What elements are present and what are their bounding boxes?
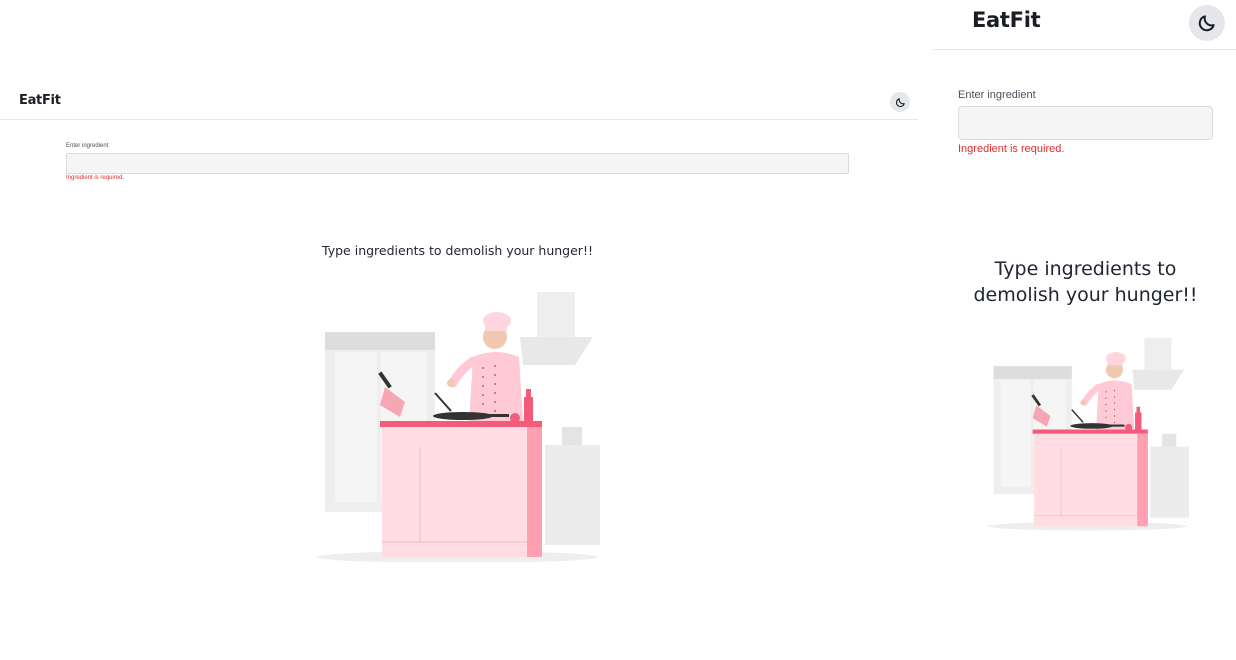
ingredient-error: Ingredient is required.	[958, 143, 1065, 155]
theme-toggle-button[interactable]	[1189, 5, 1225, 41]
chef-cooking-illustration	[987, 337, 1190, 531]
ingredient-label: Enter ingredient	[66, 143, 109, 149]
mobile-view: EatFit Enter ingredient Ingredient is re…	[933, 0, 1236, 560]
hero-message: Type ingredients to demolish your hunger…	[322, 243, 593, 258]
ingredient-error: Ingredient is required.	[66, 175, 125, 181]
navbar: EatFit	[0, 82, 918, 120]
desktop-view: EatFit Enter ingredient Ingredient is re…	[0, 82, 918, 572]
ingredient-label: Enter ingredient	[958, 89, 1036, 101]
moon-icon	[895, 97, 905, 107]
ingredient-input[interactable]	[66, 153, 849, 174]
brand-logo[interactable]: EatFit	[972, 8, 1041, 32]
hero-message: Type ingredients to demolish your hunger…	[973, 258, 1198, 306]
theme-toggle-button[interactable]	[890, 92, 910, 112]
chef-cooking-illustration	[317, 292, 600, 562]
ingredient-input[interactable]	[958, 106, 1213, 140]
brand-logo[interactable]: EatFit	[19, 93, 61, 108]
moon-icon	[1198, 15, 1215, 32]
navbar: EatFit	[933, 0, 1236, 50]
